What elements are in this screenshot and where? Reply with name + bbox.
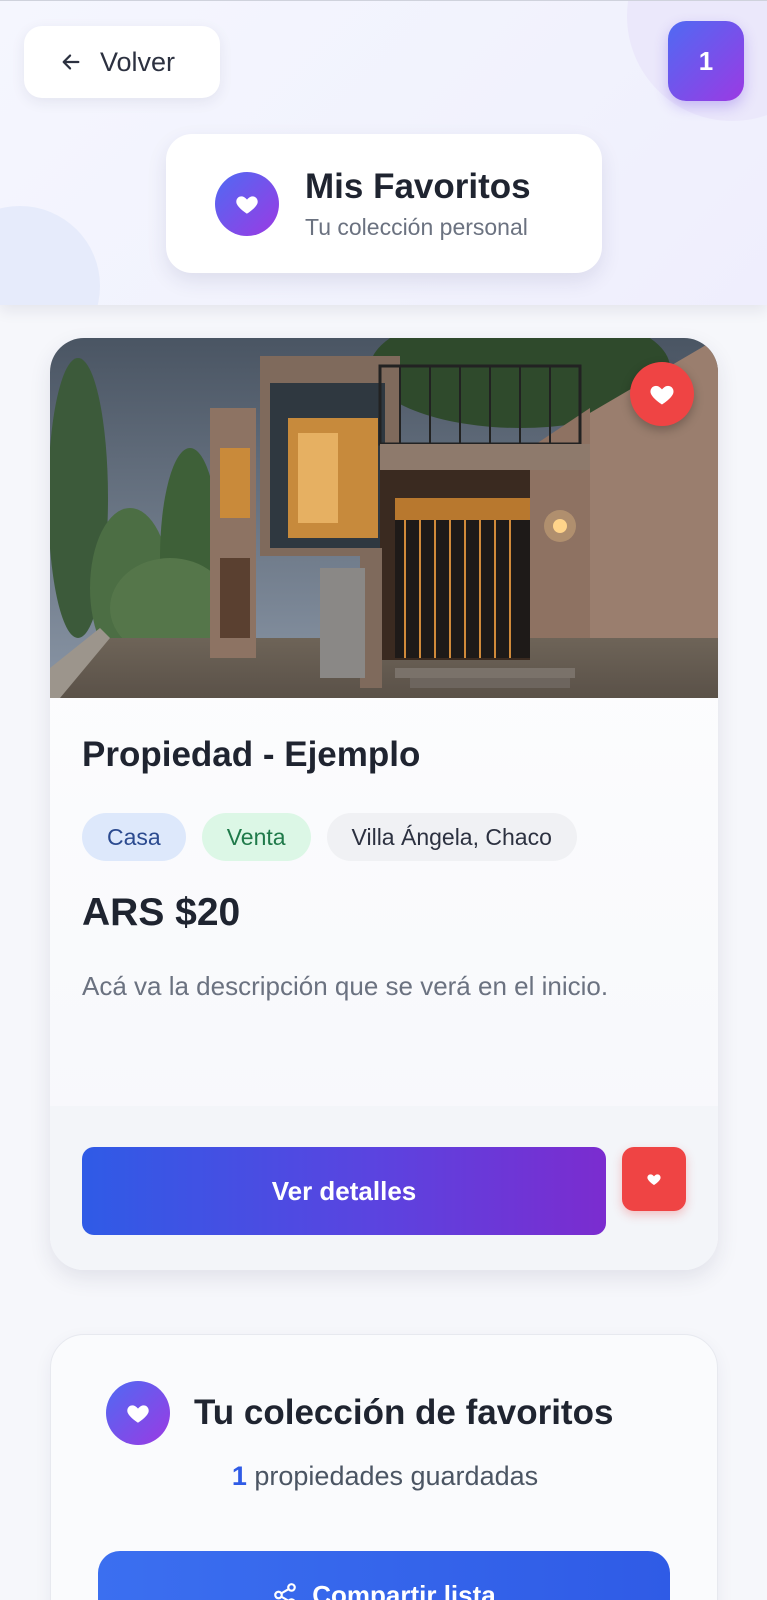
- share-list-button[interactable]: Compartir lista: [98, 1551, 670, 1600]
- share-list-label: Compartir lista: [312, 1579, 496, 1600]
- property-card: Propiedad - Ejemplo Casa Venta Villa Áng…: [50, 338, 718, 1270]
- favorite-toggle-button[interactable]: [630, 362, 694, 426]
- property-location-chip: Villa Ángela, Chaco: [326, 813, 577, 861]
- page-header: Volver 1 Mis Favoritos Tu colección pers…: [0, 0, 767, 305]
- remove-favorite-button[interactable]: [622, 1147, 686, 1211]
- collection-count-number: 1: [231, 1461, 247, 1491]
- share-icon: [274, 1583, 297, 1600]
- heart-icon: [650, 385, 674, 405]
- property-image: [50, 338, 718, 698]
- property-description: Acá va la descripción que se verá en el …: [82, 971, 609, 1001]
- back-button[interactable]: Volver: [24, 26, 220, 98]
- page-title: Mis Favoritos: [305, 166, 531, 206]
- heart-icon: [106, 1381, 170, 1445]
- view-details-button[interactable]: Ver detalles: [82, 1147, 606, 1235]
- page-title-card: Mis Favoritos Tu colección personal: [166, 134, 602, 273]
- property-price: ARS $20: [82, 891, 241, 934]
- property-tags: Casa Venta Villa Ángela, Chaco: [82, 813, 577, 861]
- page-subtitle: Tu colección personal: [305, 213, 528, 240]
- collection-title: Tu colección de favoritos: [194, 1393, 614, 1432]
- property-title: Propiedad - Ejemplo: [82, 735, 421, 774]
- favorites-count-badge: 1: [668, 21, 744, 101]
- collection-summary-card: Tu colección de favoritos 1 propiedades …: [50, 1334, 718, 1600]
- collection-count: 1 propiedades guardadas: [51, 1461, 719, 1492]
- property-card-footer: Ver detalles: [50, 1106, 718, 1270]
- property-operation-chip: Venta: [201, 813, 311, 861]
- decorative-blob: [0, 206, 100, 305]
- property-type-chip: Casa: [82, 813, 186, 861]
- heart-icon: [215, 171, 279, 236]
- arrow-left-icon: [62, 54, 80, 70]
- heart-icon: [647, 1174, 661, 1185]
- back-button-label: Volver: [100, 46, 176, 77]
- collection-count-label: propiedades guardadas: [246, 1461, 539, 1491]
